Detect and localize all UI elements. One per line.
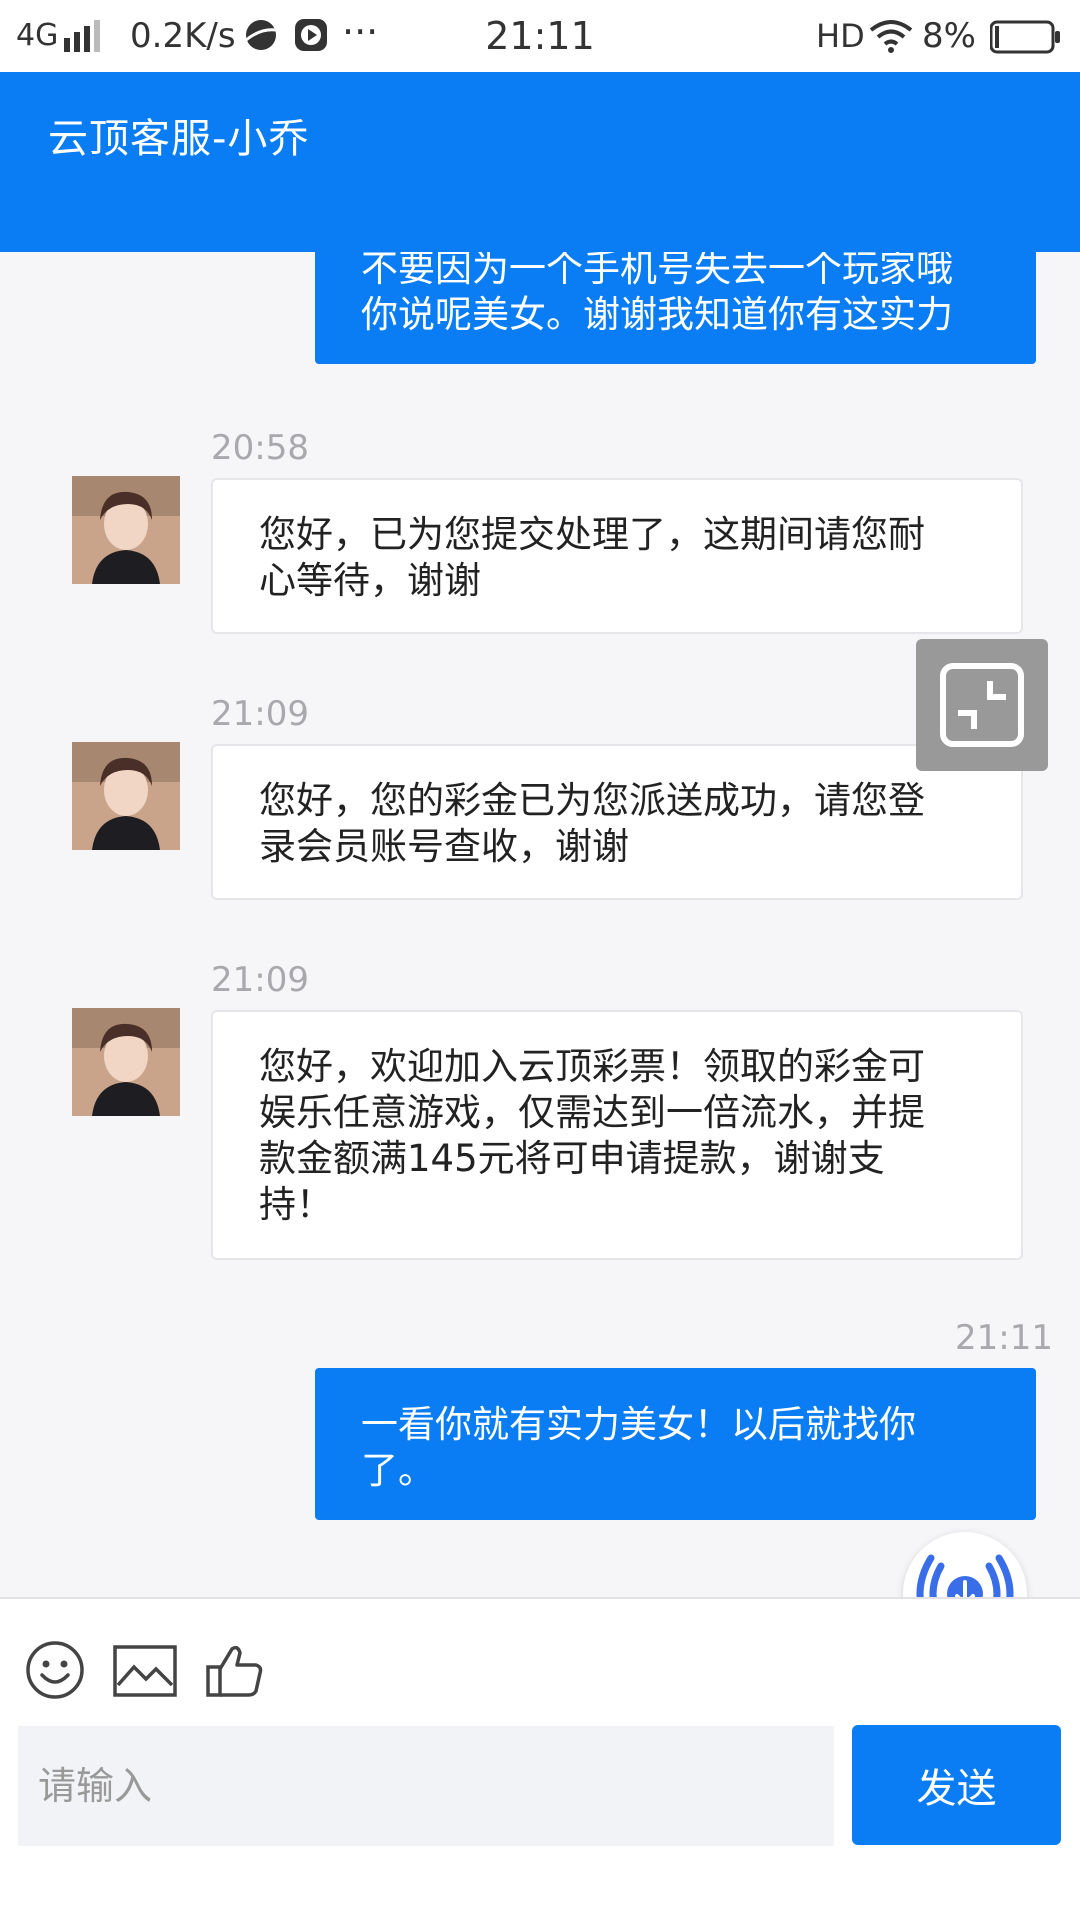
message-line: 款金额满145元将可申请提款，谢谢支 xyxy=(259,1137,885,1180)
message-line: 了。 xyxy=(361,1449,435,1492)
message-timestamp: 21:09 xyxy=(211,960,309,1000)
message-input[interactable] xyxy=(18,1726,834,1846)
composer-bar: 发送 xyxy=(0,1597,1080,1922)
message-line: 录会员账号查收，谢谢 xyxy=(259,825,629,868)
image-icon xyxy=(113,1645,177,1697)
battery-percent: 8% xyxy=(922,16,976,56)
chat-header: 云顶客服-小乔 xyxy=(0,72,1080,252)
message-bubble-incoming[interactable]: 您好，已为您提交处理了，这期间请您耐 心等待，谢谢 xyxy=(211,478,1023,634)
smiley-icon xyxy=(26,1641,84,1699)
page-title: 云顶客服-小乔 xyxy=(48,116,310,162)
message-bubble-outgoing[interactable]: 一看你就有实力美女！以后就找你 了。 xyxy=(315,1368,1036,1520)
exit-fullscreen-button[interactable] xyxy=(916,639,1048,771)
avatar[interactable] xyxy=(72,742,180,850)
message-line: 不要因为一个手机号失去一个玩家哦 xyxy=(361,252,953,290)
exit-fullscreen-icon xyxy=(940,663,1024,747)
image-button[interactable] xyxy=(112,1639,178,1701)
like-button[interactable] xyxy=(204,1639,266,1701)
clock: 21:11 xyxy=(485,14,595,58)
wifi-icon xyxy=(869,20,913,53)
status-bar: 4G 0.2K/s ··· 21:11 HD 8% xyxy=(0,0,1080,72)
message-line: 你说呢美女。谢谢我知道你有这实力 xyxy=(361,293,953,336)
message-timestamp: 21:09 xyxy=(211,694,309,734)
message-timestamp: 21:11 xyxy=(955,1318,1053,1358)
message-line: 心等待，谢谢 xyxy=(259,559,481,602)
message-line: 一看你就有实力美女！以后就找你 xyxy=(361,1403,916,1446)
message-line: 您好，您的彩金已为您派送成功，请您登 xyxy=(259,779,925,822)
avatar[interactable] xyxy=(72,476,180,584)
message-bubble-incoming[interactable]: 您好，您的彩金已为您派送成功，请您登 录会员账号查收，谢谢 xyxy=(211,744,1023,900)
thumbs-up-icon xyxy=(206,1645,263,1697)
message-bubble-incoming[interactable]: 您好，欢迎加入云顶彩票！领取的彩金可 娱乐任意游戏，仅需达到一倍流水，并提 款金… xyxy=(211,1010,1023,1260)
avatar[interactable] xyxy=(72,1008,180,1116)
battery-icon xyxy=(990,20,1060,54)
message-bubble-outgoing[interactable]: 不要因为一个手机号失去一个玩家哦 你说呢美女。谢谢我知道你有这实力 xyxy=(315,252,1036,364)
message-timestamp: 20:58 xyxy=(211,428,309,468)
message-line: 您好，已为您提交处理了，这期间请您耐 xyxy=(259,513,925,556)
chat-message-list[interactable]: 不要因为一个手机号失去一个玩家哦 你说呢美女。谢谢我知道你有这实力 20:58 … xyxy=(0,252,1080,1597)
message-line: 娱乐任意游戏，仅需达到一倍流水，并提 xyxy=(259,1091,925,1134)
emoji-button[interactable] xyxy=(24,1639,86,1701)
send-button[interactable]: 发送 xyxy=(852,1725,1061,1845)
hd-indicator: HD xyxy=(816,17,865,55)
message-line: 您好，欢迎加入云顶彩票！领取的彩金可 xyxy=(259,1045,925,1088)
message-line: 持！ xyxy=(259,1183,333,1226)
